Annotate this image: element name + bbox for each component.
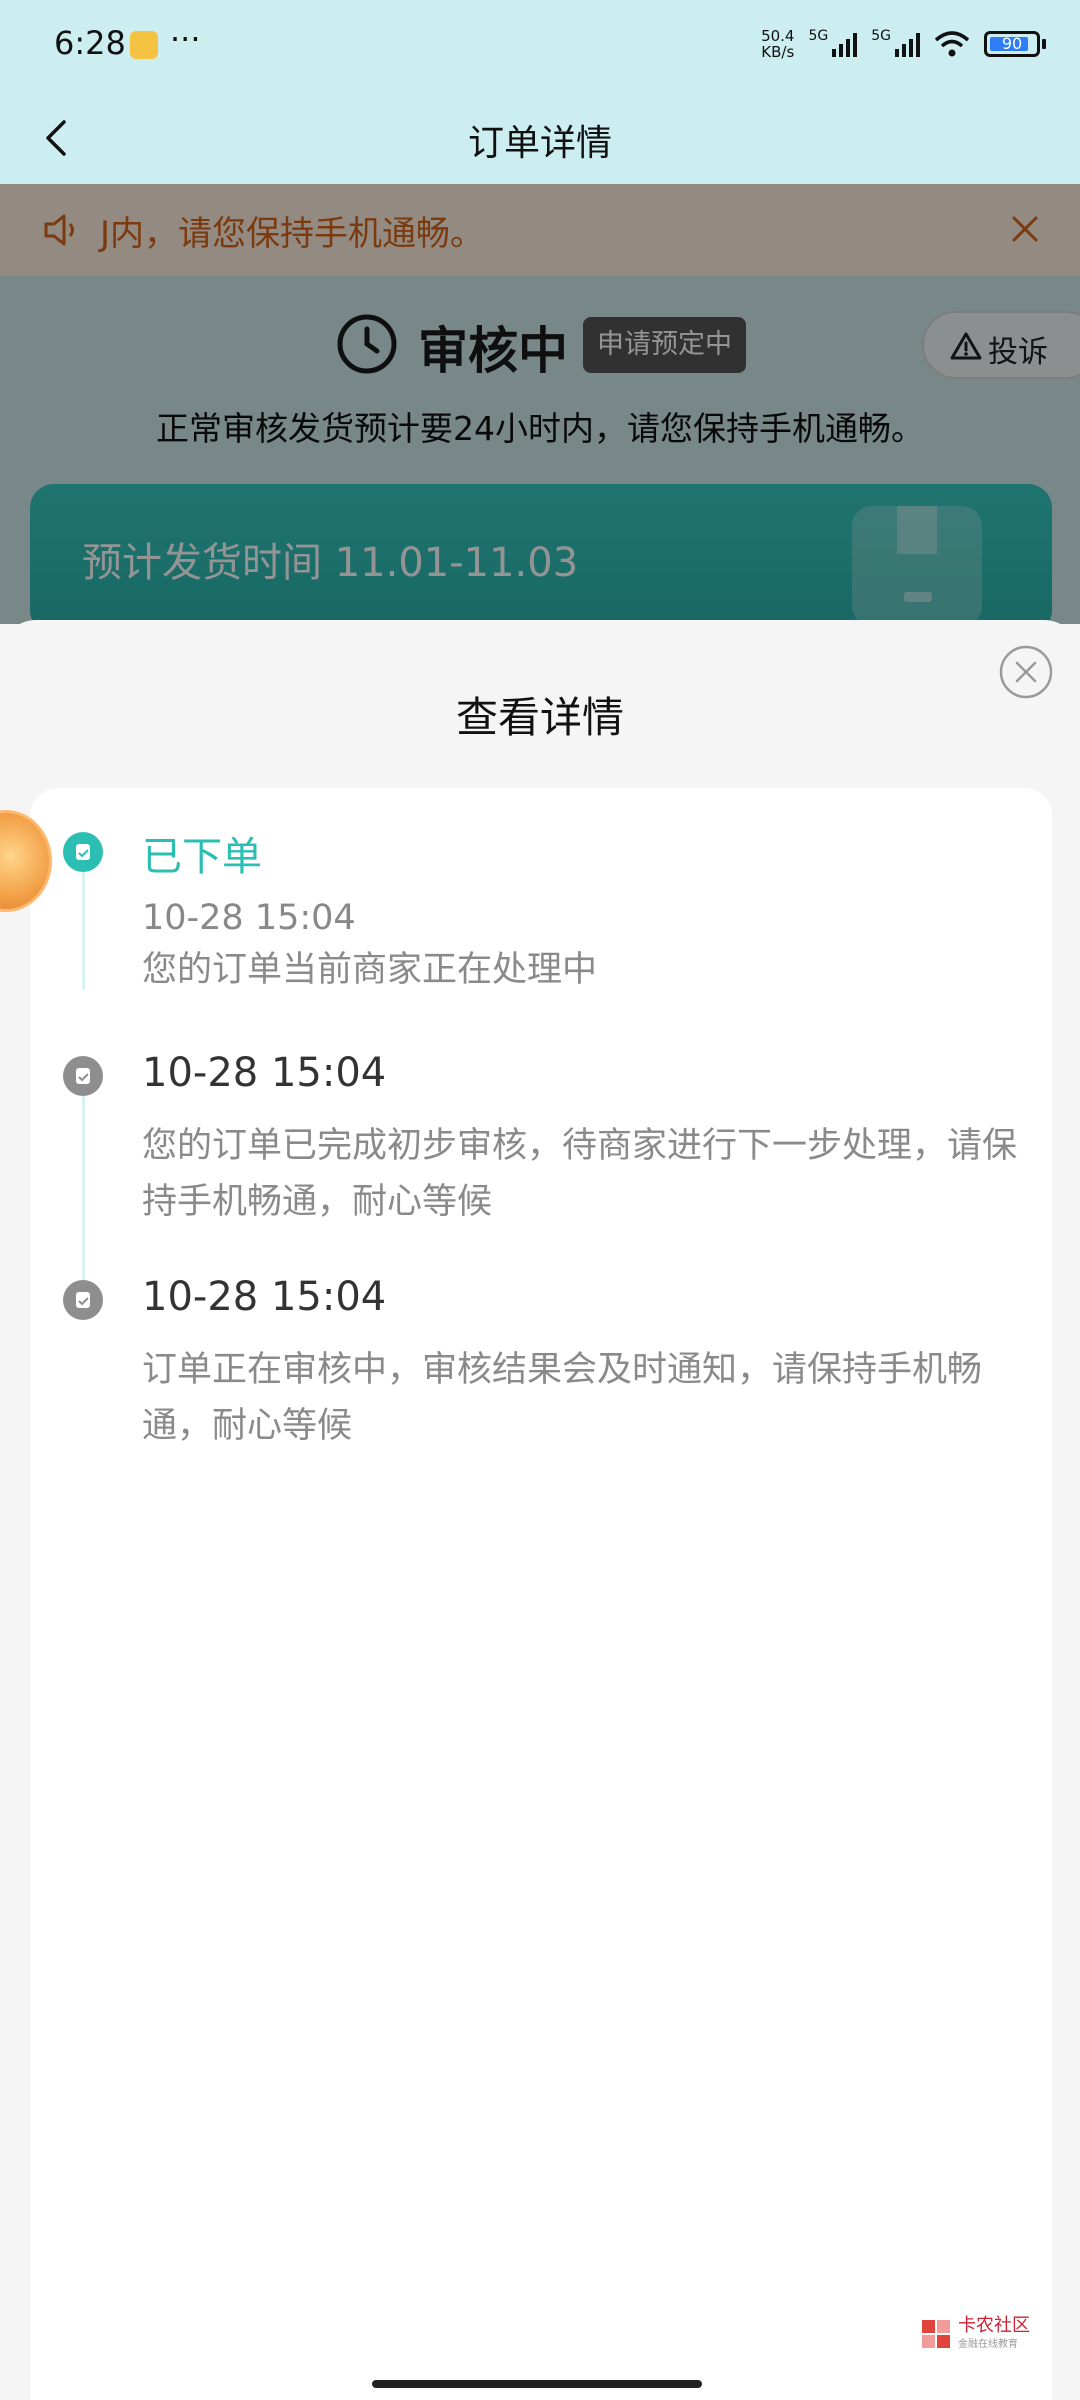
app-notification-icon [130, 31, 158, 59]
timeline-dot [63, 1056, 103, 1096]
status-bar: 6:28 ··· 50.4 KB/s 5G 5G 90 [0, 0, 1080, 90]
timeline-desc: 订单正在审核中，审核结果会及时通知，请保持手机畅通，耐心等候 [142, 1350, 983, 1446]
detail-sheet: 查看详情 已下单 10-28 15:04 您的订单当前商家正在处理中 10-28… [0, 620, 1080, 2400]
network-type-1: 5G [808, 28, 829, 44]
timeline-time: 10-28 15:04 [142, 1274, 387, 1320]
network-speed: 50.4 KB/s [761, 27, 795, 61]
header: 订单详情 [0, 90, 1080, 184]
timeline-dot-active [63, 832, 103, 872]
timeline-time: 10-28 15:04 [142, 898, 356, 938]
sheet-title: 查看详情 [455, 693, 624, 742]
wifi-icon [934, 31, 970, 57]
timeline-desc: 您的订单当前商家正在处理中 [142, 950, 598, 990]
close-button[interactable] [998, 644, 1054, 700]
more-notifications-icon: ··· [170, 20, 201, 58]
dim-overlay[interactable] [0, 184, 1080, 624]
timeline-line [82, 1096, 85, 1296]
network-type-2: 5G [871, 28, 891, 44]
timeline-title: 已下单 [142, 834, 262, 880]
kanong-logo-icon [922, 2319, 950, 2348]
watermark: 卡农社区 金融在线教育 [920, 2317, 1030, 2350]
battery-icon: 90 [984, 31, 1046, 57]
signal-icon-2 [895, 31, 920, 57]
page-title: 订单详情 [467, 123, 612, 164]
home-indicator[interactable] [372, 2380, 702, 2388]
signal-icon [832, 31, 858, 57]
watermark-sub: 金融在线教育 [958, 2339, 1018, 2350]
timeline-card: 已下单 10-28 15:04 您的订单当前商家正在处理中 10-28 15:0… [30, 788, 1052, 2400]
timeline-line [82, 872, 85, 990]
timeline-time: 10-28 15:04 [142, 1050, 387, 1096]
timeline-dot [63, 1280, 103, 1320]
watermark-name: 卡农社区 [958, 2315, 1030, 2336]
status-time: 6:28 [54, 24, 126, 62]
timeline-desc: 您的订单已完成初步审核，待商家进行下一步处理，请保持手机畅通，耐心等候 [142, 1126, 1018, 1222]
